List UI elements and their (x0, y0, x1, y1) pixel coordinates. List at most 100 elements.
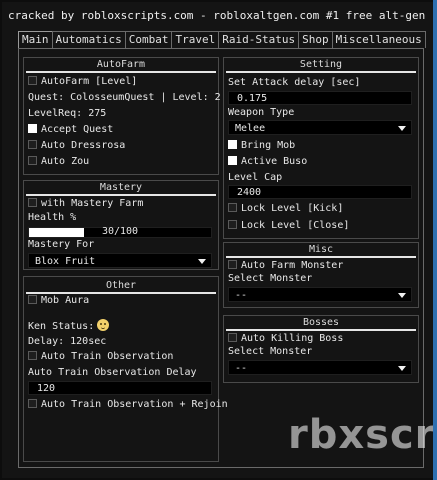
misc-select-monster-label: Select Monster (228, 273, 313, 284)
mastery-farm-toggle[interactable]: with Mastery Farm (28, 197, 214, 211)
auto-farm-monster-checkbox[interactable] (228, 260, 237, 269)
mastery-panel: Mastery with Mastery Farm Health % 30/10… (23, 180, 219, 270)
lock-level-kick-checkbox[interactable] (228, 203, 237, 212)
tab-travel[interactable]: Travel (171, 31, 220, 48)
auto-zou-label: Auto Zou (41, 156, 90, 167)
level-req: LevelReq: 275 (28, 108, 107, 119)
auto-dressrosa-toggle[interactable]: Auto Dressrosa (28, 139, 214, 153)
observation-delay-label: Auto Train Observation Delay (28, 367, 197, 378)
tab-shop[interactable]: Shop (298, 31, 333, 48)
lock-level-close-label: Lock Level [Close] (241, 220, 350, 231)
divider (26, 194, 216, 196)
divider (226, 256, 416, 258)
tab-miscellaneous[interactable]: Miscellaneous (331, 31, 426, 48)
lock-level-close-checkbox[interactable] (228, 220, 237, 229)
mastery-for-value: Blox Fruit (35, 256, 96, 267)
bosses-select-monster-dropdown[interactable]: -- (228, 360, 412, 375)
mastery-farm-checkbox[interactable] (28, 198, 37, 207)
bring-mob-label: Bring Mob (241, 140, 296, 151)
attack-delay-label: Set Attack delay [sec] (228, 77, 361, 88)
mastery-farm-label: with Mastery Farm (41, 198, 144, 209)
setting-panel: Setting Set Attack delay [sec] 0.175 Wea… (223, 57, 419, 239)
tab-bar: Main Automatics Combat Travel Raid-Statu… (18, 31, 426, 48)
accept-quest-checkbox[interactable] (28, 124, 37, 133)
tab-automatics[interactable]: Automatics (51, 31, 126, 48)
chevron-down-icon (398, 366, 406, 371)
chevron-down-icon (398, 126, 406, 131)
divider (226, 329, 416, 331)
auto-killing-boss-label: Auto Killing Boss (241, 333, 344, 344)
weapon-type-label: Weapon Type (228, 107, 295, 118)
other-title: Other (105, 280, 137, 291)
auto-train-observation-checkbox[interactable] (28, 351, 37, 360)
setting-title: Setting (299, 59, 343, 70)
ken-status: Ken Status: (28, 319, 214, 333)
tab-main[interactable]: Main (18, 31, 53, 48)
desktop-edge (433, 0, 437, 480)
autofarm-title: AutoFarm (96, 59, 146, 70)
auto-train-observation-label: Auto Train Observation (41, 351, 174, 362)
auto-killing-boss-checkbox[interactable] (228, 333, 237, 342)
observation-delay-input[interactable]: 120 (28, 381, 212, 395)
accept-quest-label: Accept Quest (41, 124, 114, 135)
auto-dressrosa-checkbox[interactable] (28, 140, 37, 149)
chevron-down-icon (398, 293, 406, 298)
level-cap-label: Level Cap (228, 172, 283, 183)
active-buso-label: Active Buso (241, 156, 308, 167)
other-panel: Other Mob Aura Ken Status: Delay: 120sec… (23, 276, 228, 462)
auto-train-rejoin-label: Auto Train Observation + Rejoin (41, 399, 228, 410)
bosses-panel: Bosses Auto Killing Boss Select Monster … (223, 315, 419, 383)
quest-info: Quest: ColosseumQuest | Level: 2 (28, 92, 221, 103)
mob-aura-checkbox[interactable] (28, 295, 37, 304)
mastery-title: Mastery (99, 182, 143, 193)
autofarm-panel: AutoFarm AutoFarm [Level] Quest: Colosse… (23, 57, 221, 175)
chevron-down-icon (198, 259, 206, 264)
divider (226, 71, 416, 73)
auto-farm-monster-toggle[interactable]: Auto Farm Monster (228, 259, 414, 273)
active-buso-checkbox[interactable] (228, 156, 237, 165)
weapon-type-value: Melee (235, 123, 266, 134)
attack-delay-input[interactable]: 0.175 (228, 91, 412, 105)
bosses-title: Bosses (302, 317, 340, 328)
accept-quest-toggle[interactable]: Accept Quest (28, 123, 214, 137)
lock-level-kick-label: Lock Level [Kick] (241, 203, 344, 214)
auto-killing-boss-toggle[interactable]: Auto Killing Boss (228, 332, 414, 346)
lock-level-close-toggle[interactable]: Lock Level [Close] (228, 219, 414, 233)
health-slider[interactable]: 30/100 (28, 226, 212, 238)
bring-mob-toggle[interactable]: Bring Mob (228, 139, 414, 153)
active-buso-toggle[interactable]: Active Buso (228, 155, 414, 169)
auto-dressrosa-label: Auto Dressrosa (41, 140, 126, 151)
misc-title: Misc (308, 244, 334, 255)
auto-zou-checkbox[interactable] (28, 156, 37, 165)
auto-train-rejoin-checkbox[interactable] (28, 399, 37, 408)
weapon-type-dropdown[interactable]: Melee (228, 120, 412, 135)
auto-train-observation-toggle[interactable]: Auto Train Observation (28, 350, 214, 364)
mob-aura-label: Mob Aura (41, 295, 90, 306)
tab-combat[interactable]: Combat (124, 31, 173, 48)
tab-raid-status[interactable]: Raid-Status (218, 31, 300, 48)
autofarm-level-label: AutoFarm [Level] (41, 76, 138, 87)
divider (26, 71, 216, 73)
bosses-select-monster-value: -- (235, 363, 248, 374)
autofarm-level-toggle[interactable]: AutoFarm [Level] (28, 75, 214, 89)
health-label: Health % (28, 212, 77, 223)
level-cap-input[interactable]: 2400 (228, 185, 412, 199)
window-title: cracked by robloxscripts.com - robloxalt… (8, 9, 426, 22)
mastery-for-dropdown[interactable]: Blox Fruit (28, 253, 212, 268)
auto-farm-monster-label: Auto Farm Monster (241, 260, 344, 271)
watermark: rbxscr (288, 412, 436, 458)
misc-select-monster-dropdown[interactable]: -- (228, 287, 412, 302)
main-tab-content: AutoFarm AutoFarm [Level] Quest: Colosse… (18, 48, 424, 468)
lock-level-kick-toggle[interactable]: Lock Level [Kick] (228, 202, 414, 216)
auto-zou-toggle[interactable]: Auto Zou (28, 155, 214, 169)
autofarm-level-checkbox[interactable] (28, 76, 37, 85)
auto-train-rejoin-toggle[interactable]: Auto Train Observation + Rejoin (28, 398, 228, 412)
misc-select-monster-value: -- (235, 290, 248, 301)
ken-status-label: Ken Status: (28, 321, 95, 332)
smiley-icon (97, 319, 110, 331)
misc-panel: Misc Auto Farm Monster Select Monster -- (223, 242, 419, 308)
bring-mob-checkbox[interactable] (228, 140, 237, 149)
mastery-for-label: Mastery For (28, 239, 95, 250)
mob-aura-toggle[interactable]: Mob Aura (28, 294, 214, 308)
bosses-select-monster-label: Select Monster (228, 346, 313, 357)
